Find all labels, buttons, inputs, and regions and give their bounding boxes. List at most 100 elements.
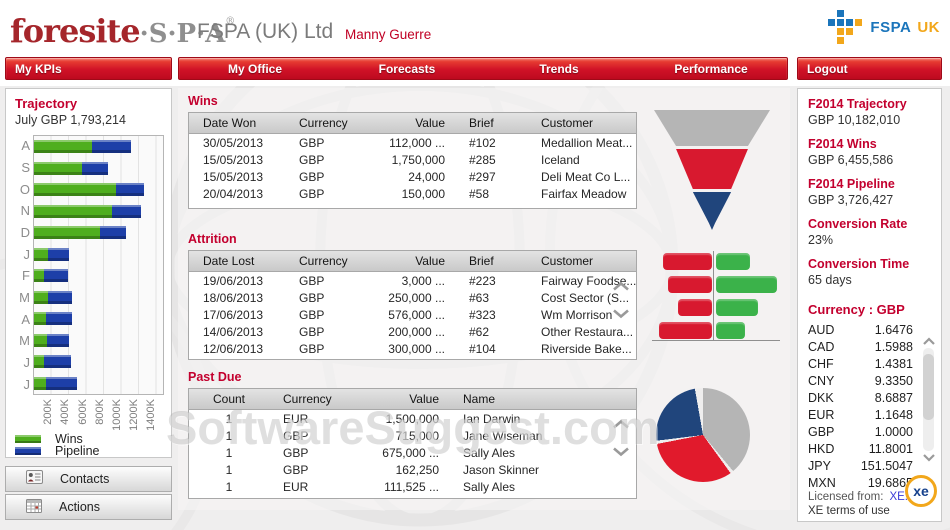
pie-chart[interactable] <box>656 388 750 482</box>
trajectory-chart[interactable]: ASONDJFMAMJJ 200K400K600K800K1000K1200K1… <box>10 135 168 435</box>
trajectory-bar[interactable] <box>34 334 163 347</box>
table-row[interactable]: 1GBP675,000 ...Sally Ales <box>189 444 636 461</box>
table-cell: EUR <box>269 412 349 426</box>
bar-segment-wins <box>34 205 112 218</box>
table-cell: GBP <box>269 463 349 477</box>
col-value[interactable]: Value <box>355 254 455 268</box>
currency-code: HKD <box>808 441 834 458</box>
kpi-value: GBP 6,455,586 <box>808 153 933 168</box>
trajectory-bar[interactable] <box>34 205 163 218</box>
nav-my-kpis[interactable]: My KPIs <box>5 57 172 80</box>
xe-terms-link[interactable]: XE terms of use <box>808 505 890 517</box>
col-brief[interactable]: Brief <box>455 254 527 268</box>
table-cell: GBP <box>285 308 355 322</box>
nav-menu: My OfficeForecastsTrendsPerformance <box>178 57 788 80</box>
trajectory-bar[interactable] <box>34 162 163 175</box>
table-row[interactable]: 20/04/2013GBP150,000#58Fairfax Meadow <box>189 185 636 202</box>
logout-button[interactable]: Logout <box>797 57 942 80</box>
table-row[interactable]: 19/06/2013GBP3,000 ...#223Fairway Foodse… <box>189 272 636 289</box>
table-row[interactable]: 15/05/2013GBP24,000#297Deli Meat Co L... <box>189 168 636 185</box>
trajectory-bar[interactable] <box>34 291 163 304</box>
chart-legend: WinsPipeline <box>15 433 99 457</box>
table-row[interactable]: 18/06/2013GBP250,000 ...#63Cost Sector (… <box>189 289 636 306</box>
col-customer[interactable]: Customer <box>527 254 636 268</box>
table-row[interactable]: 30/05/2013GBP112,000 ...#102Medallion Me… <box>189 134 636 151</box>
col-customer[interactable]: Customer <box>527 116 636 130</box>
trajectory-bar[interactable] <box>34 183 163 196</box>
currency-code: CAD <box>808 339 834 356</box>
fspa-uk-logo: FSPA UK <box>828 8 940 46</box>
nav-item-my-office[interactable]: My Office <box>179 62 331 76</box>
table-row[interactable]: 1EUR111,525 ...Sally Ales <box>189 478 636 495</box>
table-row[interactable]: 12/06/2013GBP300,000 ...#104Riverside Ba… <box>189 340 636 357</box>
trajectory-bar[interactable] <box>34 377 163 390</box>
tornado-row <box>652 299 780 316</box>
bar-segment-pipeline <box>112 205 140 218</box>
table-cell: 150,000 <box>355 187 455 201</box>
trajectory-bar[interactable] <box>34 248 163 261</box>
scroll-up-icon[interactable] <box>612 281 630 292</box>
table-cell: Other Restaura... <box>527 325 636 339</box>
axis-line <box>713 251 714 341</box>
table-row[interactable]: 14/06/2013GBP200,000 ...#62Other Restaur… <box>189 323 636 340</box>
bar-segment-wins <box>34 355 44 368</box>
scroll-down-icon[interactable] <box>612 446 630 457</box>
trajectory-bar[interactable] <box>34 269 163 282</box>
scroll-down-icon[interactable] <box>612 308 630 319</box>
bar-segment-wins <box>34 162 82 175</box>
table-cell: #63 <box>455 291 527 305</box>
contacts-button[interactable]: Contacts <box>5 466 172 492</box>
bar-segment-wins <box>34 183 116 196</box>
col-currency[interactable]: Currency <box>285 254 355 268</box>
funnel-chart[interactable] <box>652 110 772 233</box>
scrollbar-track[interactable] <box>923 348 934 451</box>
trajectory-bar[interactable] <box>34 226 163 239</box>
currency-code: CHF <box>808 356 834 373</box>
table-row[interactable]: 1GBP715,000Jane Wiseman <box>189 427 636 444</box>
nav-item-forecasts[interactable]: Forecasts <box>331 62 483 76</box>
trajectory-bar[interactable] <box>34 140 163 153</box>
scroll-up-icon[interactable] <box>922 337 936 346</box>
funnel-segment-1 <box>654 110 770 146</box>
table-cell: GBP <box>285 342 355 356</box>
table-cell: 162,250 <box>349 463 449 477</box>
table-cell: 1 <box>189 412 269 426</box>
table-cell: 1 <box>189 429 269 443</box>
actions-button[interactable]: Actions <box>5 494 172 520</box>
trajectory-bar[interactable] <box>34 355 163 368</box>
scrollbar-thumb[interactable] <box>923 354 934 420</box>
nav-item-performance[interactable]: Performance <box>635 62 787 76</box>
month-label: J <box>10 355 30 370</box>
nav-item-trends[interactable]: Trends <box>483 62 635 76</box>
table-cell: 14/06/2013 <box>189 325 285 339</box>
trajectory-bar[interactable] <box>34 312 163 325</box>
col-count[interactable]: Count <box>189 392 269 406</box>
table-cell: GBP <box>285 187 355 201</box>
table-row[interactable]: 17/06/2013GBP576,000 ...#323Wm Morrison <box>189 306 636 323</box>
scroll-down-icon[interactable] <box>922 453 936 462</box>
table-row[interactable]: 15/05/2013GBP1,750,000#285Iceland <box>189 151 636 168</box>
brand-text: foresite <box>10 12 140 50</box>
table-cell: #285 <box>455 153 527 167</box>
month-label: F <box>10 268 30 283</box>
month-label: S <box>10 160 30 175</box>
table-cell: 1 <box>189 463 269 477</box>
col-value[interactable]: Value <box>355 116 455 130</box>
scroll-up-icon[interactable] <box>612 419 630 430</box>
col-currency[interactable]: Currency <box>269 392 349 406</box>
table-cell: Sally Ales <box>449 480 636 494</box>
col-date-won[interactable]: Date Won <box>189 116 285 130</box>
month-label: J <box>10 377 30 392</box>
col-value[interactable]: Value <box>349 392 449 406</box>
wins-title: Wins <box>188 94 218 108</box>
col-currency[interactable]: Currency <box>285 116 355 130</box>
month-label: D <box>10 225 30 240</box>
col-date-lost[interactable]: Date Lost <box>189 254 285 268</box>
col-brief[interactable]: Brief <box>455 116 527 130</box>
col-name[interactable]: Name <box>449 392 636 406</box>
table-row[interactable]: 1GBP162,250Jason Skinner <box>189 461 636 478</box>
table-cell: GBP <box>285 153 355 167</box>
win-loss-chart[interactable] <box>652 251 780 341</box>
kpi-value: 23% <box>808 233 933 248</box>
table-row[interactable]: 1EUR1,500,000Ian Darwin <box>189 410 636 427</box>
